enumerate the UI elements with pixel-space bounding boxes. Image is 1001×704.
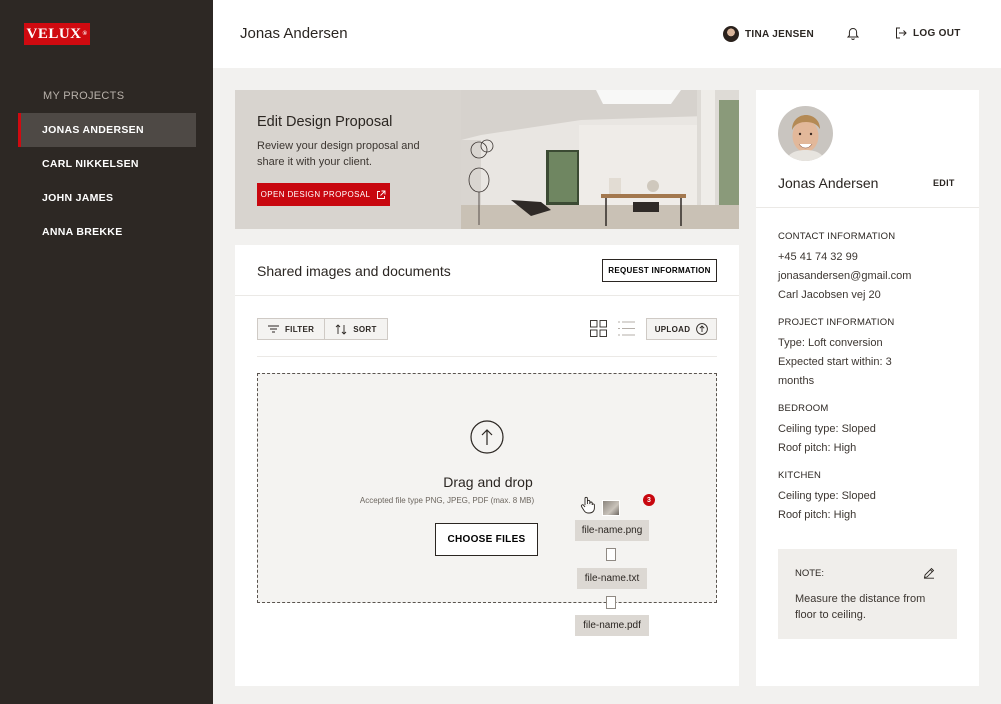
user-name: TINA JENSEN <box>745 28 815 40</box>
note-heading: NOTE: <box>795 568 825 579</box>
edit-profile-button[interactable]: EDIT <box>933 178 955 188</box>
dragged-file-png[interactable]: file-name.png <box>575 520 649 541</box>
client-profile-panel: Jonas Andersen EDIT CONTACT INFORMATION … <box>756 90 979 686</box>
file-document-icon <box>606 596 616 609</box>
sort-button[interactable]: SORT <box>324 319 386 339</box>
dragged-file-pdf[interactable]: file-name.pdf <box>575 615 649 636</box>
bedroom-ceiling: Ceiling type: Sloped <box>778 423 876 435</box>
divider <box>257 356 717 357</box>
divider <box>235 295 739 296</box>
sidebar-item-jonas-andersen[interactable]: JONAS ANDERSEN <box>18 113 196 147</box>
avatar <box>723 26 739 42</box>
open-design-proposal-label: OPEN DESIGN PROPOSAL <box>260 190 371 199</box>
design-proposal-banner: Edit Design Proposal Review your design … <box>235 90 739 229</box>
logout-label: LOG OUT <box>913 27 961 39</box>
filter-icon <box>268 325 279 333</box>
sidebar-item-john-james[interactable]: JOHN JAMES <box>18 181 196 215</box>
open-design-proposal-button[interactable]: OPEN DESIGN PROPOSAL <box>257 183 390 206</box>
shared-documents-card: Shared images and documents REQUEST INFO… <box>235 245 739 686</box>
velux-logo[interactable]: VELUX ® <box>24 23 90 45</box>
logout-icon <box>896 27 907 39</box>
project-list: JONAS ANDERSEN CARL NIKKELSEN JOHN JAMES… <box>18 113 196 249</box>
hero-text: Edit Design Proposal Review your design … <box>257 114 427 170</box>
pencil-icon[interactable] <box>923 567 935 579</box>
drag-count-badge: 3 <box>643 494 655 506</box>
contact-address: Carl Jacobsen vej 20 <box>778 289 881 301</box>
interior-photo <box>461 90 739 229</box>
bedroom-pitch: Roof pitch: High <box>778 442 857 454</box>
grid-view-icon[interactable] <box>590 320 607 337</box>
sort-icon <box>335 323 347 335</box>
upload-icon <box>696 323 709 335</box>
filter-sort-toolbar: FILTER SORT <box>257 318 388 340</box>
sidebar-item-carl-nikkelsen[interactable]: CARL NIKKELSEN <box>18 147 196 181</box>
kitchen-pitch: Roof pitch: High <box>778 509 857 521</box>
client-name: Jonas Andersen <box>778 175 879 191</box>
contact-phone: +45 41 74 32 99 <box>778 251 858 263</box>
hero-title: Edit Design Proposal <box>257 114 393 130</box>
client-avatar <box>778 106 833 161</box>
shared-documents-title: Shared images and documents <box>257 263 451 279</box>
upload-arrow-icon <box>470 420 504 454</box>
note-text: Measure the distance from floor to ceili… <box>795 593 926 621</box>
sort-label: SORT <box>353 324 377 334</box>
hero-description: Review your design proposal and share it… <box>257 140 420 168</box>
project-start: Expected start within: 3 months <box>778 356 892 387</box>
request-information-button[interactable]: REQUEST INFORMATION <box>602 259 717 282</box>
kitchen-heading: KITCHEN <box>778 470 822 481</box>
user-menu[interactable]: TINA JENSEN <box>723 26 814 42</box>
filter-label: FILTER <box>285 324 315 334</box>
project-section: PROJECT INFORMATION Type: Loft conversio… <box>778 317 963 391</box>
choose-files-button[interactable]: CHOOSE FILES <box>435 523 538 556</box>
contact-email: jonasandersen@gmail.com <box>778 270 912 282</box>
kitchen-ceiling: Ceiling type: Sloped <box>778 490 876 502</box>
external-link-icon <box>377 190 386 199</box>
drag-hand-cursor-icon <box>580 496 595 514</box>
dragged-file-txt[interactable]: file-name.txt <box>577 568 647 589</box>
top-header: Jonas Andersen TINA JENSEN LOG OUT <box>213 0 1001 68</box>
upload-button[interactable]: UPLOAD <box>646 318 717 340</box>
client-info: CONTACT INFORMATION +45 41 74 32 99 jona… <box>778 231 963 537</box>
divider <box>756 207 979 208</box>
contact-heading: CONTACT INFORMATION <box>778 231 896 242</box>
bedroom-heading: BEDROOM <box>778 403 829 414</box>
list-view-icon[interactable] <box>618 320 635 337</box>
sidebar: VELUX ® MY PROJECTS JONAS ANDERSEN CARL N… <box>0 0 213 704</box>
sidebar-item-anna-brekke[interactable]: ANNA BREKKE <box>18 215 196 249</box>
contact-section: CONTACT INFORMATION +45 41 74 32 99 jona… <box>778 231 963 305</box>
file-document-icon <box>606 548 616 561</box>
dropzone-title: Drag and drop <box>443 474 533 490</box>
dragged-image-thumbnail <box>602 500 620 516</box>
bedroom-section: BEDROOM Ceiling type: Sloped Roof pitch:… <box>778 403 963 458</box>
upload-label: UPLOAD <box>654 324 691 334</box>
logout-button[interactable]: LOG OUT <box>895 27 961 39</box>
project-heading: PROJECT INFORMATION <box>778 317 895 328</box>
my-projects-heading: MY PROJECTS <box>43 90 125 102</box>
kitchen-section: KITCHEN Ceiling type: Sloped Roof pitch:… <box>778 470 963 525</box>
file-dropzone[interactable]: Drag and drop Accepted file type PNG, JP… <box>257 373 717 603</box>
project-type: Type: Loft conversion <box>778 337 883 349</box>
page-title: Jonas Andersen <box>240 25 348 42</box>
filter-button[interactable]: FILTER <box>258 319 324 339</box>
note-card: NOTE: Measure the distance from floor to… <box>778 549 957 639</box>
bell-icon[interactable] <box>847 27 859 41</box>
